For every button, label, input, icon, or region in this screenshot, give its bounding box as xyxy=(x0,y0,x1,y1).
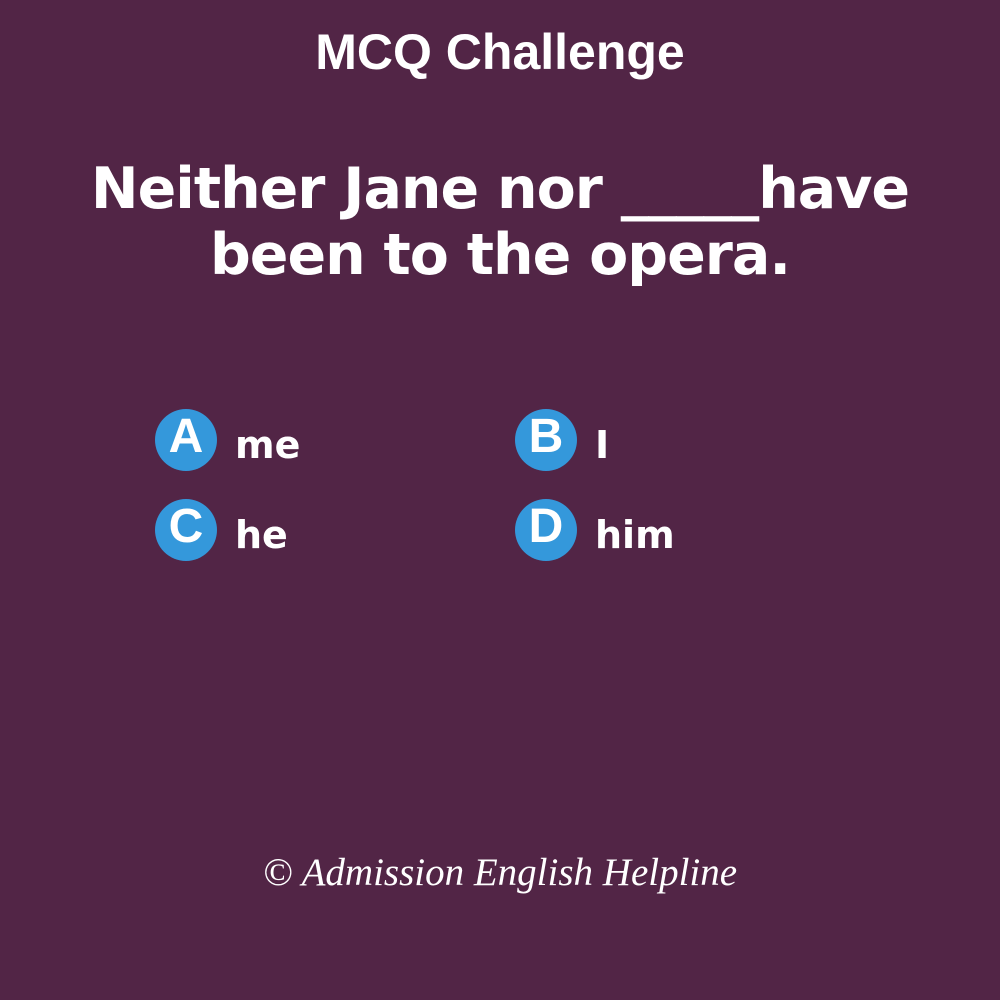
question-text: Neither Jane nor _____have been to the o… xyxy=(40,156,960,288)
option-d-badge: D xyxy=(515,499,577,561)
question-line-2: been to the opera. xyxy=(210,222,791,288)
option-c-badge: C xyxy=(155,499,217,561)
option-b[interactable]: B I xyxy=(515,409,609,471)
option-c[interactable]: C he xyxy=(155,499,288,561)
option-b-text: I xyxy=(595,423,610,467)
page-title: MCQ Challenge xyxy=(315,24,685,80)
option-d-text: him xyxy=(595,513,675,557)
option-c-text: he xyxy=(235,513,288,557)
option-a[interactable]: A me xyxy=(155,409,300,471)
option-a-text: me xyxy=(235,423,301,467)
option-d[interactable]: D him xyxy=(515,499,675,561)
copyright-footer: © Admission English Helpline xyxy=(262,851,738,894)
option-b-badge: B xyxy=(515,409,577,471)
question-line-1: Neither Jane nor _____have xyxy=(90,156,910,222)
option-a-badge: A xyxy=(155,409,217,471)
